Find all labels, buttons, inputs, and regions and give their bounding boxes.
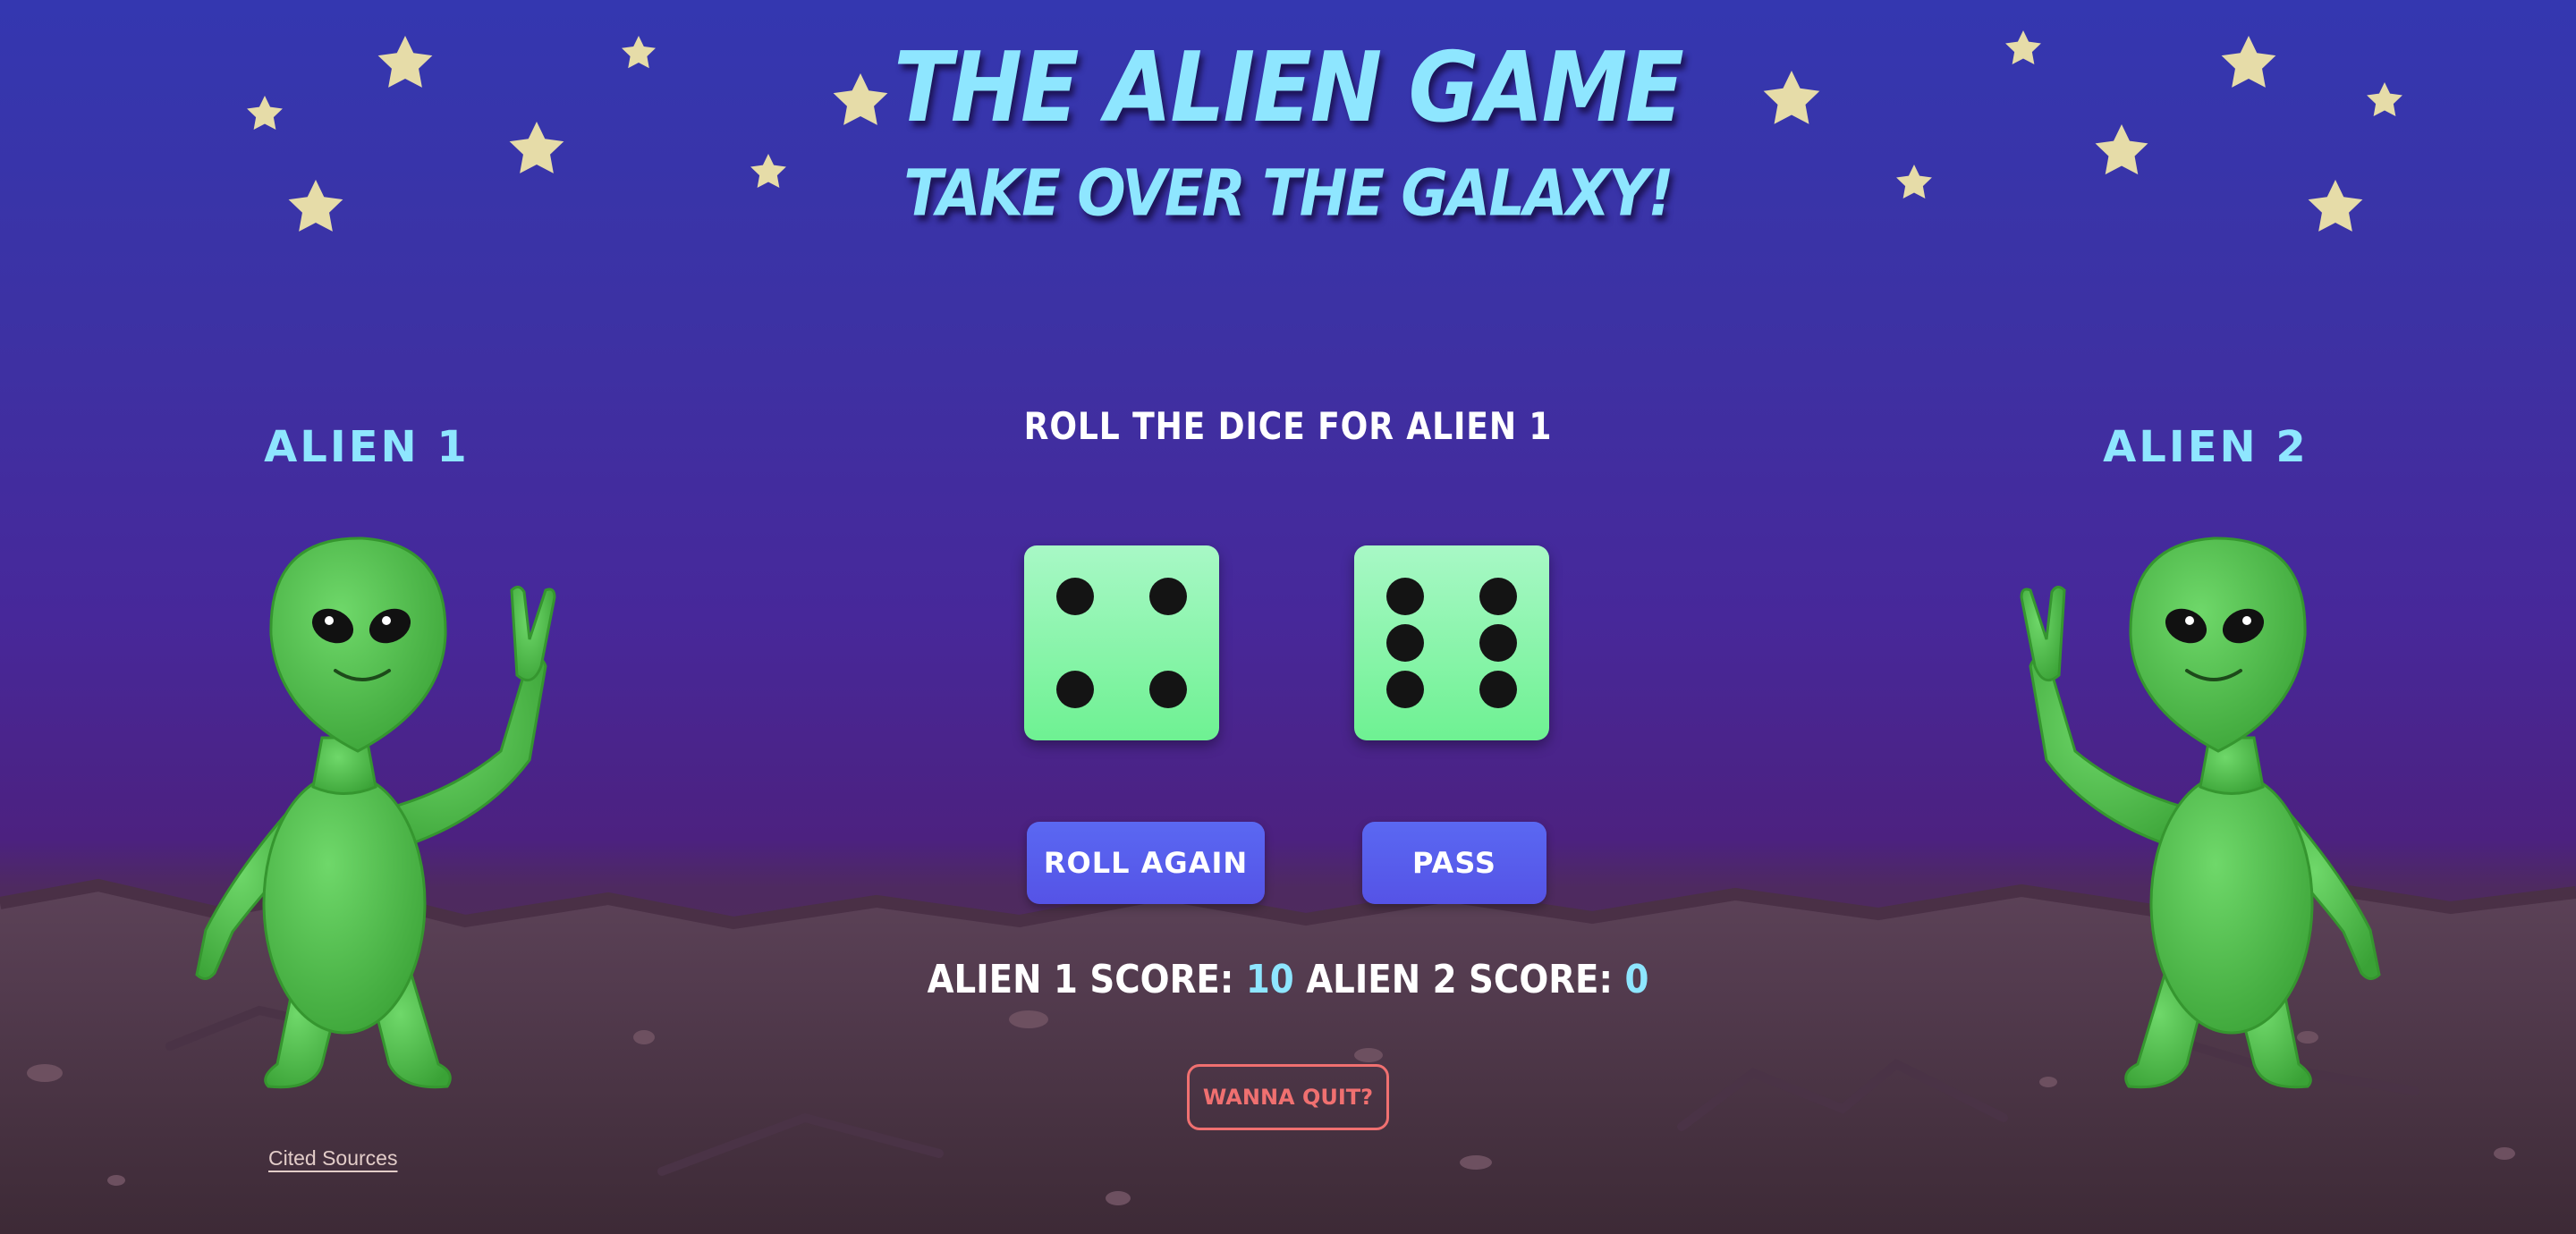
turn-status: ROLL THE DICE FOR ALIEN 1 (1023, 404, 1553, 448)
die-pip (1056, 671, 1094, 708)
alien-1-score-value: 10 (1245, 957, 1294, 1002)
die-pip (1479, 671, 1517, 708)
die-pip (1056, 578, 1094, 615)
roll-again-button[interactable]: ROLL AGAIN (1027, 822, 1265, 904)
alien-2-score-value: 0 (1624, 957, 1649, 1002)
die-pip (1149, 671, 1187, 708)
scoreboard: ALIEN 1 SCORE: 10 ALIEN 2 SCORE: 0 (155, 957, 2421, 1002)
game-title: THE ALIEN GAME (894, 31, 1684, 144)
die-pip (1386, 624, 1424, 662)
die-2 (1354, 545, 1549, 740)
die-pip (1479, 578, 1517, 615)
alien-2-figure (2020, 537, 2381, 1089)
alien-2-score-label: ALIEN 2 SCORE: (1306, 957, 1613, 1002)
game-subtitle: TAKE OVER THE GALAXY! (903, 156, 1674, 232)
alien-1-figure (195, 537, 556, 1089)
quit-button[interactable]: WANNA QUIT? (1187, 1064, 1389, 1130)
die-pip (1479, 624, 1517, 662)
alien-1-score-label: ALIEN 1 SCORE: (927, 957, 1234, 1002)
cited-sources-link[interactable]: Cited Sources (268, 1146, 397, 1171)
pass-button[interactable]: PASS (1362, 822, 1546, 904)
die-1 (1024, 545, 1219, 740)
die-pip (1386, 671, 1424, 708)
die-pip (1386, 578, 1424, 615)
die-pip (1149, 578, 1187, 615)
